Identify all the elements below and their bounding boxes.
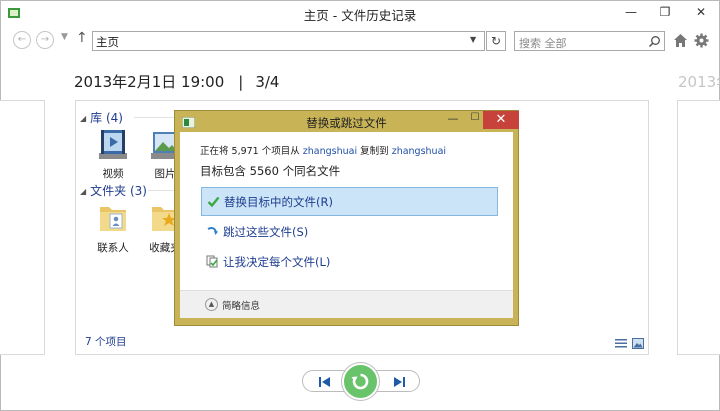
window-title: 主页 - 文件历史记录 <box>303 8 417 23</box>
next-snapshot-panel[interactable] <box>677 100 720 355</box>
previous-snapshot-panel[interactable] <box>0 100 45 355</box>
restore-button-green[interactable] <box>342 363 379 400</box>
folders-group-label: 文件夹 (3) <box>90 184 147 198</box>
decide-each-file-label: 让我决定每个文件(L) <box>223 255 331 269</box>
recent-locations-dropdown[interactable]: ▼ <box>61 32 68 42</box>
gear-icon[interactable] <box>694 33 709 48</box>
checkmark-icon <box>207 196 220 208</box>
skip-next-icon <box>394 377 405 387</box>
video-library-icon <box>99 130 127 159</box>
tile-videos[interactable]: 视频 <box>88 127 138 181</box>
collapse-chevron-icon[interactable]: ◢ <box>80 114 86 123</box>
group-divider <box>148 190 174 191</box>
collapse-chevron-icon[interactable]: ◢ <box>80 187 86 196</box>
skip-arrow-icon <box>207 227 218 235</box>
copy-progress-line: 正在将 5,971 个项目从 zhangshuai 复制到 zhangshuai <box>200 143 446 157</box>
home-icon[interactable] <box>673 33 688 48</box>
folders-group-header[interactable]: ◢ 文件夹 (3) <box>80 182 147 199</box>
search-icon[interactable] <box>648 35 661 48</box>
address-bar[interactable]: 主页 ▼ <box>92 31 485 51</box>
contacts-folder-icon <box>100 207 126 231</box>
minimize-button[interactable]: — <box>615 2 647 22</box>
snapshot-date-header: 2013年2月1日 19:00 | 3/4 <box>74 71 279 92</box>
chevron-up-icon[interactable]: ▲ <box>205 298 218 311</box>
skip-files-option[interactable]: 跳过这些文件(S) <box>201 218 498 247</box>
address-text: 主页 <box>96 35 119 49</box>
decide-each-file-option[interactable]: 让我决定每个文件(L) <box>201 248 498 277</box>
tile-contacts-label: 联系人 <box>97 242 129 254</box>
title-bar: 主页 - 文件历史记录 — ❐ ✕ <box>1 1 719 26</box>
library-group-header[interactable]: ◢ 库 (4) <box>80 109 123 126</box>
search-box[interactable]: 搜索 全部 <box>514 31 665 51</box>
skip-files-label: 跳过这些文件(S) <box>223 225 309 239</box>
large-icons-view-icon[interactable] <box>632 338 644 349</box>
replace-files-option[interactable]: 替换目标中的文件(R) <box>201 187 498 216</box>
library-group-label: 库 (4) <box>90 111 123 125</box>
address-dropdown-icon[interactable]: ▼ <box>470 35 482 47</box>
date-separator: | <box>238 73 244 91</box>
dialog-footer: ▲ 简略信息 <box>180 290 513 318</box>
refresh-button[interactable]: ↻ <box>486 31 506 51</box>
dialog-body: 正在将 5,971 个项目从 zhangshuai 复制到 zhangshuai… <box>180 132 513 318</box>
copy-prefix-text: 正在将 5,971 个项目从 <box>200 146 300 157</box>
details-view-icon[interactable] <box>615 338 627 349</box>
dialog-maximize-button[interactable]: ☐ <box>465 112 485 128</box>
next-snapshot-date: 2013年 <box>678 73 720 91</box>
snapshot-date: 2013年2月1日 19:00 <box>74 73 225 91</box>
duplicate-count-text: 目标包含 5560 个同名文件 <box>200 164 341 178</box>
dialog-close-button[interactable]: ✕ <box>483 111 519 129</box>
copy-mid-text: 复制到 <box>360 146 389 157</box>
tile-videos-label: 视频 <box>102 168 124 180</box>
restore-button[interactable]: ❐ <box>649 2 681 22</box>
snapshot-position: 3/4 <box>255 73 280 91</box>
replace-files-label: 替换目标中的文件(R) <box>224 195 333 209</box>
group-divider <box>134 117 174 118</box>
replace-or-skip-dialog: 替换或跳过文件 — ☐ ✕ 正在将 5,971 个项目从 zhangshuai … <box>174 110 519 326</box>
dialog-minimize-button[interactable]: — <box>443 112 463 128</box>
fewer-details-label[interactable]: 简略信息 <box>222 298 260 312</box>
forward-button[interactable]: → <box>36 31 54 49</box>
tile-contacts[interactable]: 联系人 <box>88 201 138 255</box>
back-button[interactable]: ← <box>13 31 31 49</box>
search-placeholder: 搜索 全部 <box>519 37 567 50</box>
file-history-window: 主页 - 文件历史记录 — ❐ ✕ ← → ▼ ↑ 主页 ▼ ↻ 搜索 全部 2… <box>0 0 720 411</box>
skip-previous-icon <box>319 377 330 387</box>
navigation-bar: ← → ▼ ↑ 主页 ▼ ↻ 搜索 全部 <box>1 28 719 54</box>
destination-link[interactable]: zhangshuai <box>392 146 446 157</box>
restore-arrow-icon <box>351 373 369 390</box>
source-link[interactable]: zhangshuai <box>303 146 357 157</box>
close-button[interactable]: ✕ <box>685 2 717 22</box>
decide-each-icon <box>206 255 218 268</box>
up-button[interactable]: ↑ <box>76 30 88 46</box>
item-count-status: 7 个项目 <box>85 336 127 348</box>
